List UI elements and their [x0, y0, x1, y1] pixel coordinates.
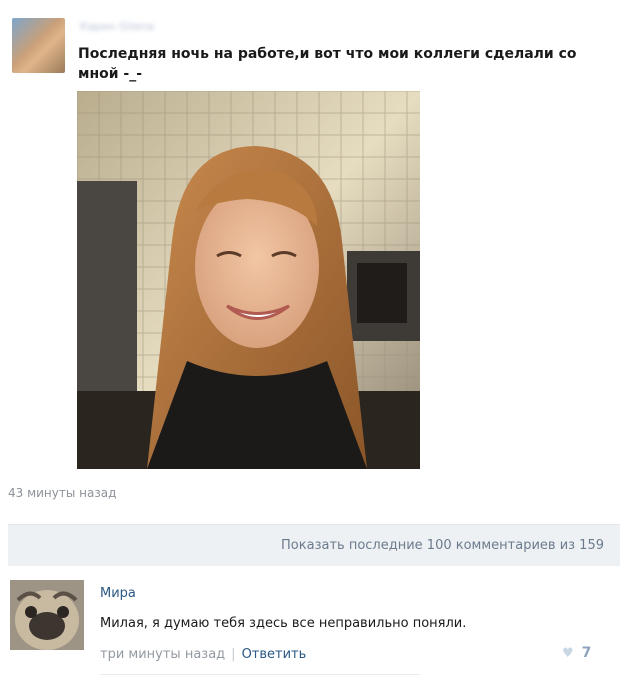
like-button[interactable]: ♥ 7: [562, 645, 591, 661]
comment-meta: три минуты назад | Ответить: [100, 647, 306, 662]
post-text: Последняя ночь на работе,и вот что мои к…: [78, 46, 577, 82]
heart-icon: ♥: [562, 646, 574, 661]
post-time[interactable]: 43 минуты назад: [8, 486, 116, 500]
comment-time[interactable]: три минуты назад: [100, 647, 225, 662]
divider: [100, 674, 420, 675]
post-photo[interactable]: [77, 91, 420, 469]
meta-separator: |: [231, 647, 236, 662]
show-comments-button[interactable]: Показать последние 100 комментариев из 1…: [8, 524, 620, 566]
like-count: 7: [581, 645, 592, 661]
comment-text: Милая, я думаю тебя здесь все неправильн…: [100, 616, 467, 631]
post-author[interactable]: Карен Gilena: [80, 20, 170, 33]
pug-avatar-image: [10, 580, 84, 650]
reply-link[interactable]: Ответить: [242, 647, 307, 662]
author-avatar[interactable]: [12, 18, 65, 73]
commenter-avatar[interactable]: [10, 580, 84, 650]
photo-image: [77, 91, 420, 469]
commenter-name[interactable]: Мира: [100, 586, 136, 601]
